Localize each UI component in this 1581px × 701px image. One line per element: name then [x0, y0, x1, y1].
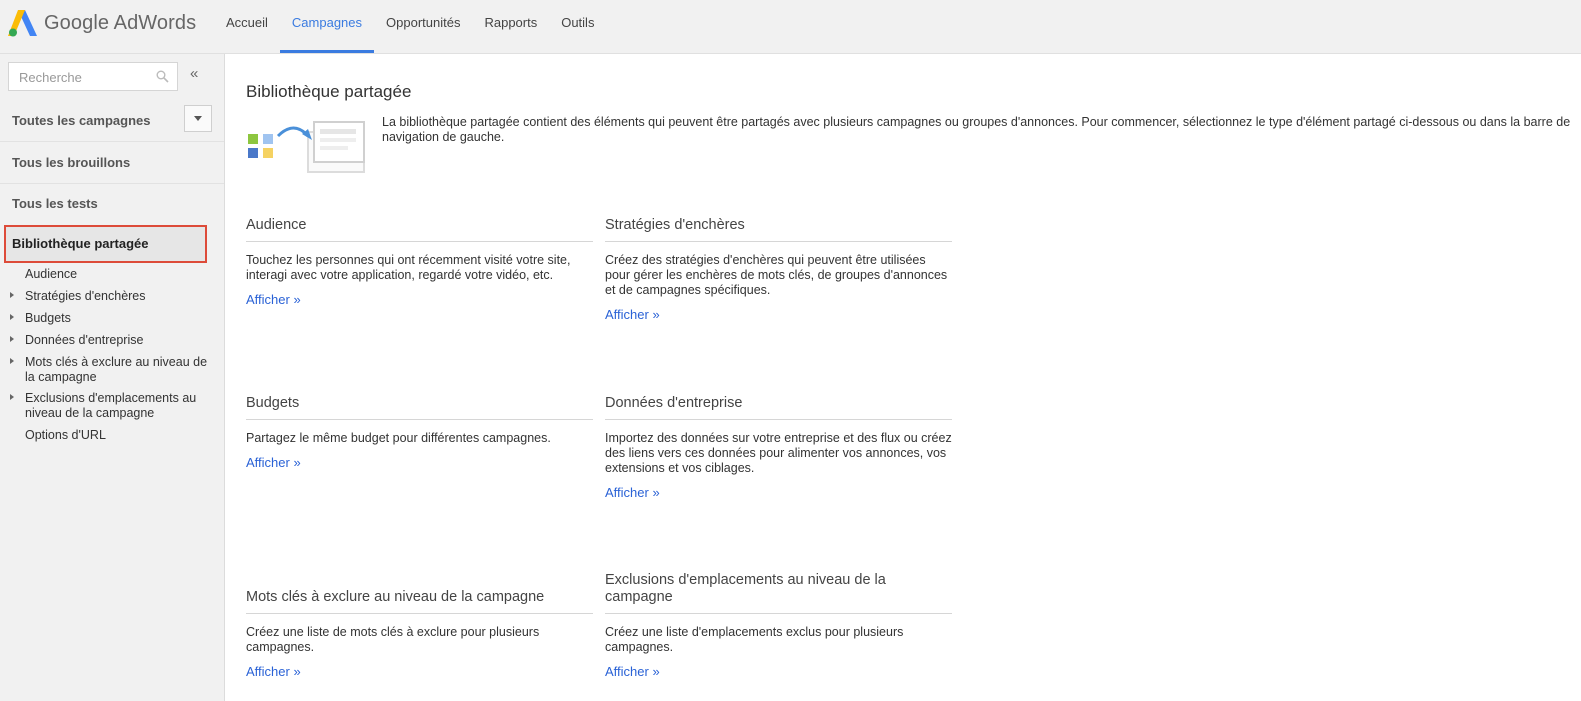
sidebar-subitem-budgets[interactable]: Budgets [25, 311, 220, 326]
card-title: Audience [246, 217, 307, 233]
sidebar-subitem-url-options[interactable]: Options d'URL [25, 428, 220, 443]
view-budgets-link[interactable]: Afficher » [246, 455, 301, 470]
nav-accueil[interactable]: Accueil [214, 0, 280, 53]
adwords-logo-icon [8, 10, 37, 37]
search-input[interactable] [17, 64, 156, 91]
view-bid-strategies-link[interactable]: Afficher » [605, 307, 660, 322]
card-description: Partagez le même budget pour différentes… [246, 431, 551, 445]
sidebar-item-label: Bibliothèque partagée [12, 236, 149, 251]
sidebar-item-shared-library[interactable]: Bibliothèque partagée [4, 225, 207, 263]
nav-campagnes[interactable]: Campagnes [279, 0, 375, 53]
expand-arrow-icon[interactable] [10, 314, 14, 320]
top-bar: Google AdWords Accueil Campagnes Opportu… [0, 0, 1581, 54]
campaigns-dropdown-button[interactable] [184, 105, 212, 132]
card-bid-strategies: Stratégies d'enchères Créez des stratégi… [605, 217, 952, 324]
divider [246, 241, 593, 242]
card-title: Données d'entreprise [605, 395, 743, 411]
sidebar-item-label: Tous les brouillons [12, 155, 131, 170]
sidebar-subitem-business-data[interactable]: Données d'entreprise [25, 333, 220, 348]
card-title: Mots clés à exclure au niveau de la camp… [246, 589, 545, 605]
card-title: Exclusions d'emplacements au niveau de l… [605, 572, 886, 605]
card-audience: Audience Touchez les personnes qui ont r… [246, 217, 593, 309]
nav-opportunites[interactable]: Opportunités [374, 0, 472, 53]
card-title: Stratégies d'enchères [605, 217, 745, 233]
main-content: Bibliothèque partagée La bibliothèque pa… [225, 54, 1581, 701]
expand-arrow-icon[interactable] [10, 292, 14, 298]
sidebar-item-all-drafts[interactable]: Tous les brouillons [0, 155, 224, 175]
card-description: Créez des stratégies d'enchères qui peuv… [605, 253, 948, 297]
adwords-logo[interactable]: Google AdWords [8, 8, 196, 38]
sidebar-item-label: Tous les tests [12, 196, 98, 211]
expand-arrow-icon[interactable] [10, 394, 14, 400]
card-negative-keywords: Mots clés à exclure au niveau de la camp… [246, 589, 593, 681]
sidebar: « Toutes les campagnes Tous les brouillo… [0, 54, 225, 701]
card-title: Budgets [246, 395, 300, 411]
sidebar-subitem-negative-keywords[interactable]: Mots clés à exclure au niveau de la camp… [25, 355, 220, 385]
divider [605, 419, 952, 420]
card-budgets: Budgets Partagez le même budget pour dif… [246, 395, 593, 472]
sidebar-subitem-placement-exclusions[interactable]: Exclusions d'emplacements au niveau de l… [25, 391, 220, 421]
sidebar-item-label: Toutes les campagnes [12, 113, 151, 128]
divider [0, 183, 224, 184]
intro-text: La bibliothèque partagée contient des él… [382, 115, 1571, 144]
nav-rapports[interactable]: Rapports [472, 0, 549, 53]
card-description: Importez des données sur votre entrepris… [605, 431, 952, 475]
card-description: Touchez les personnes qui ont récemment … [246, 253, 571, 282]
expand-arrow-icon[interactable] [10, 358, 14, 364]
card-placement-exclusions: Exclusions d'emplacements au niveau de l… [605, 572, 952, 681]
search-box [8, 62, 178, 91]
view-business-data-link[interactable]: Afficher » [605, 485, 660, 500]
caret-down-icon [194, 116, 202, 121]
search-icon[interactable] [156, 70, 169, 83]
divider [246, 419, 593, 420]
sidebar-item-all-tests[interactable]: Tous les tests [0, 196, 224, 216]
view-placement-exclusions-link[interactable]: Afficher » [605, 664, 660, 679]
collapse-sidebar-button[interactable]: « [190, 65, 198, 82]
nav-outils[interactable]: Outils [549, 0, 606, 53]
view-audience-link[interactable]: Afficher » [246, 292, 301, 307]
page-title: Bibliothèque partagée [246, 82, 412, 101]
shared-library-illustration-icon [248, 121, 365, 173]
sidebar-subitem-audience[interactable]: Audience [25, 267, 220, 282]
view-negative-keywords-link[interactable]: Afficher » [246, 664, 301, 679]
card-business-data: Données d'entreprise Importez des donnée… [605, 395, 952, 502]
expand-arrow-icon[interactable] [10, 336, 14, 342]
card-description: Créez une liste de mots clés à exclure p… [246, 625, 540, 654]
card-description: Créez une liste d'emplacements exclus po… [605, 625, 904, 654]
logo-text: Google AdWords [44, 11, 197, 34]
divider [605, 241, 952, 242]
main-nav: Accueil Campagnes Opportunités Rapports … [214, 0, 606, 53]
divider [0, 141, 224, 142]
divider [605, 613, 952, 614]
sidebar-subitem-bid-strategies[interactable]: Stratégies d'enchères [25, 289, 220, 304]
divider [246, 613, 593, 614]
